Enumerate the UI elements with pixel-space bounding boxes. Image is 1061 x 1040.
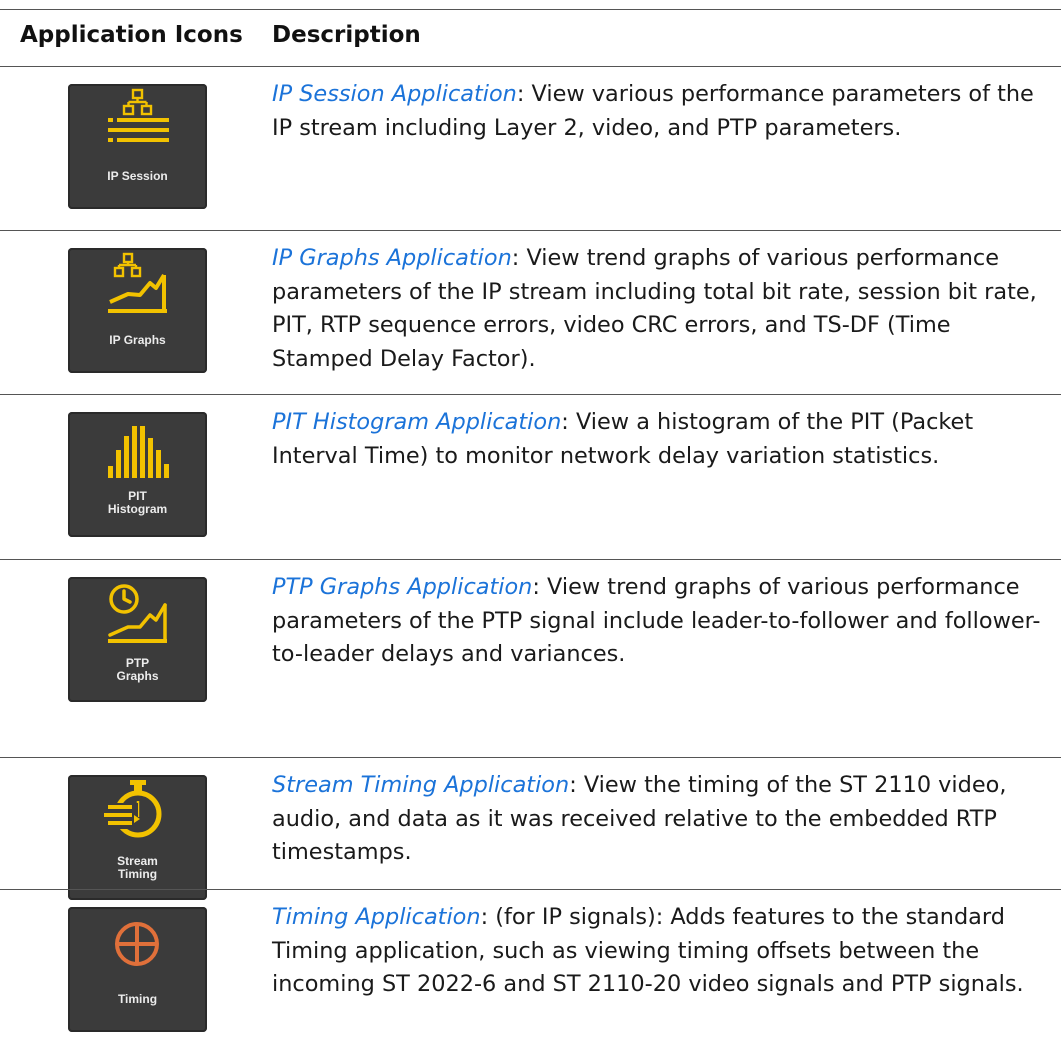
row-rule-2	[0, 394, 1061, 395]
timing-icon[interactable]: Timing	[68, 907, 207, 1032]
pit-histogram-icon[interactable]: PIT Histogram	[68, 412, 207, 537]
pit-histogram-glyph	[108, 426, 169, 478]
stream-timing-icon[interactable]: Stream Timing	[68, 775, 207, 900]
ip-graphs-icon-label: IP Graphs	[109, 333, 166, 347]
row-rule-5	[0, 889, 1061, 890]
pit-histogram-link[interactable]: PIT Histogram Application	[272, 409, 561, 435]
ip-session-icon[interactable]: IP Session	[68, 84, 207, 209]
stream-timing-glyph	[104, 780, 162, 838]
ptp-graphs-link[interactable]: PTP Graphs Application	[272, 574, 532, 600]
pit-histogram-icon-label-2: Histogram	[107, 502, 168, 516]
stream-timing-link[interactable]: Stream Timing Application	[272, 772, 569, 798]
ptp-graphs-glyph	[108, 584, 167, 643]
row-rule-1	[0, 230, 1061, 231]
timing-glyph	[115, 922, 159, 966]
timing-description: Timing Application: (for IP signals): Ad…	[272, 901, 1047, 1002]
ip-graphs-description: IP Graphs Application: View trend graphs…	[272, 242, 1047, 376]
ip-graphs-glyph	[108, 252, 167, 313]
ptp-graphs-icon[interactable]: PTP Graphs	[68, 577, 207, 702]
ip-session-description: IP Session Application: View various per…	[272, 78, 1047, 145]
timing-link[interactable]: Timing Application	[272, 904, 481, 930]
ptp-graphs-icon-label-2: Graphs	[116, 669, 159, 683]
stream-timing-description: Stream Timing Application: View the timi…	[272, 769, 1047, 870]
header-description: Description	[272, 22, 421, 48]
row-rule-3	[0, 559, 1061, 560]
ptp-graphs-description: PTP Graphs Application: View trend graph…	[272, 571, 1047, 672]
stream-timing-icon-label-2: Timing	[117, 867, 158, 881]
table-top-rule	[0, 9, 1061, 10]
ip-graphs-link[interactable]: IP Graphs Application	[272, 245, 512, 271]
header-application-icons: Application Icons	[20, 22, 243, 48]
row-rule-4	[0, 757, 1061, 758]
pit-histogram-description: PIT Histogram Application: View a histog…	[272, 406, 1047, 473]
ip-session-icon-label: IP Session	[107, 169, 168, 183]
ip-session-link[interactable]: IP Session Application	[272, 81, 517, 107]
ip-graphs-icon[interactable]: IP Graphs	[68, 248, 207, 373]
timing-icon-label: Timing	[117, 992, 158, 1006]
header-rule	[0, 66, 1061, 67]
ip-session-glyph	[108, 88, 169, 142]
